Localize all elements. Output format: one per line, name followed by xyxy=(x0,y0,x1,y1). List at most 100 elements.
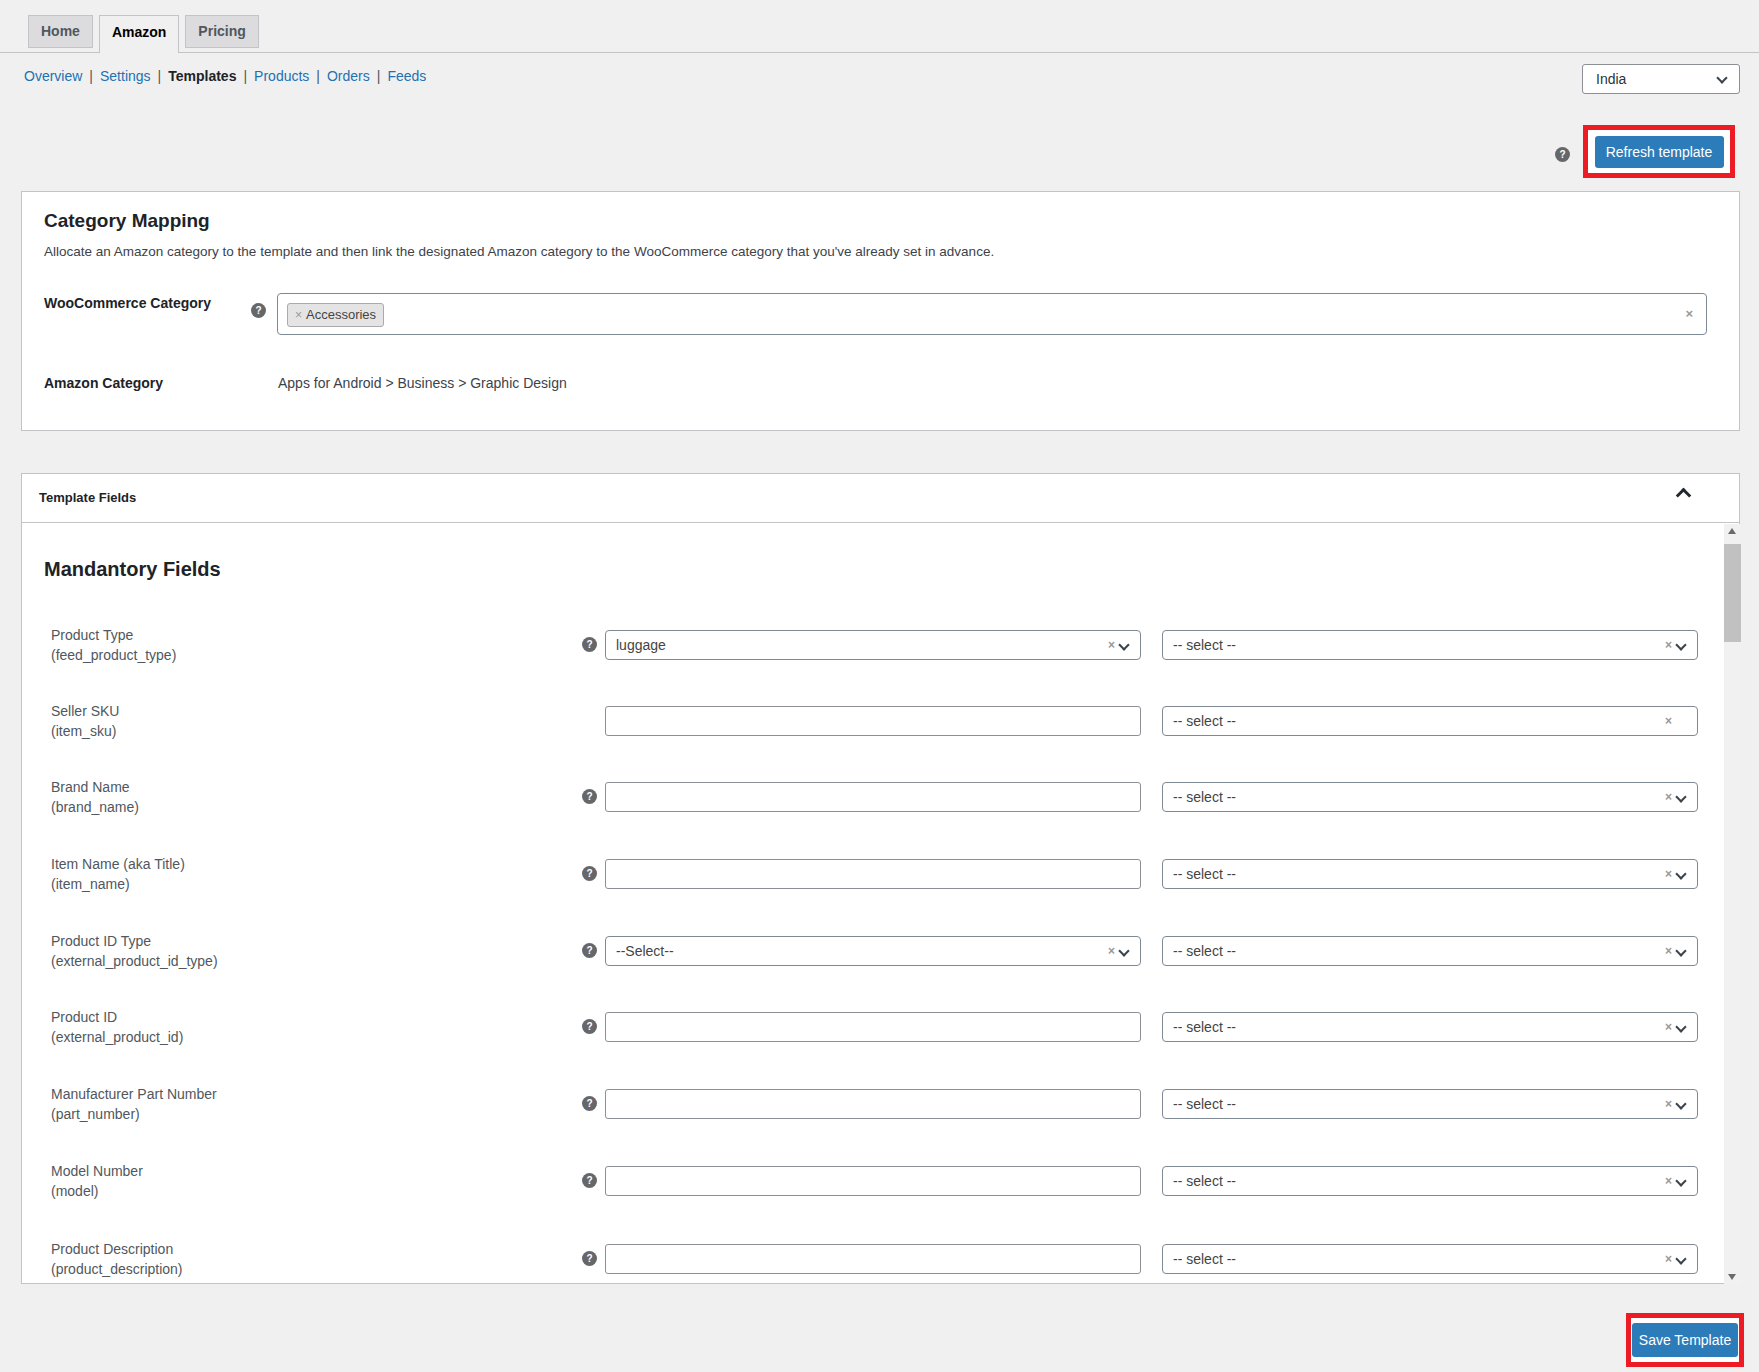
field-value-text: --Select-- xyxy=(616,937,674,965)
template-fields-panel: Template Fields Mandantory Fields Produc… xyxy=(21,473,1740,1284)
clear-selection-icon[interactable]: × xyxy=(1665,783,1672,811)
refresh-template-button[interactable]: Refresh template xyxy=(1595,136,1724,168)
field-label: Seller SKU(item_sku) xyxy=(51,701,119,741)
field-label: Product Type(feed_product_type) xyxy=(51,625,176,665)
field-value-select[interactable]: luggage× xyxy=(605,630,1141,660)
vertical-scrollbar[interactable] xyxy=(1724,524,1741,1284)
chevron-down-icon xyxy=(1675,639,1686,650)
tab-home[interactable]: Home xyxy=(28,15,93,48)
field-value-input[interactable] xyxy=(605,1012,1141,1042)
field-value-input[interactable] xyxy=(605,1244,1141,1274)
nav-link-settings[interactable]: Settings xyxy=(100,68,151,84)
mapping-select-placeholder: -- select -- xyxy=(1173,707,1236,735)
field-value-input[interactable] xyxy=(605,706,1141,736)
field-label-name: Item Name (aka Title) xyxy=(51,854,185,874)
field-label-name: Manufacturer Part Number xyxy=(51,1084,217,1104)
field-mapping-select[interactable]: -- select -- × xyxy=(1162,1166,1698,1196)
nav-separator: | xyxy=(377,68,381,84)
field-value-select[interactable]: --Select-- × xyxy=(605,936,1141,966)
clear-selection-icon[interactable]: × xyxy=(1665,1013,1672,1041)
woocommerce-category-select[interactable]: ×Accessories × xyxy=(277,293,1707,335)
woocommerce-category-help-icon[interactable]: ? xyxy=(251,303,266,318)
category-mapping-description: Allocate an Amazon category to the templ… xyxy=(44,244,994,259)
template-fields-header[interactable]: Template Fields xyxy=(22,474,1739,523)
subnav: Overview|Settings|Templates|Products|Ord… xyxy=(24,66,426,86)
field-label: Product ID(external_product_id) xyxy=(51,1007,183,1047)
clear-selection-icon[interactable]: × xyxy=(1665,1167,1672,1195)
remove-tag-icon[interactable]: × xyxy=(295,308,302,322)
nav-separator: | xyxy=(316,68,320,84)
collapse-chevron-up-icon[interactable] xyxy=(1676,488,1692,504)
field-value-input[interactable] xyxy=(605,1166,1141,1196)
refresh-highlight-frame: Refresh template xyxy=(1583,125,1735,178)
field-help-icon[interactable]: ? xyxy=(582,789,597,804)
field-label-name: Brand Name xyxy=(51,777,139,797)
field-help-icon[interactable]: ? xyxy=(582,1096,597,1111)
field-label-code: (brand_name) xyxy=(51,797,139,817)
category-mapping-title: Category Mapping xyxy=(44,210,210,232)
field-label: Manufacturer Part Number(part_number) xyxy=(51,1084,217,1124)
scroll-down-arrow[interactable] xyxy=(1728,1274,1736,1280)
field-help-icon[interactable]: ? xyxy=(582,866,597,881)
field-label-code: (external_product_id_type) xyxy=(51,951,218,971)
field-row: Product ID Type(external_product_id_type… xyxy=(22,936,1739,966)
field-mapping-select[interactable]: -- select --× xyxy=(1162,1244,1698,1274)
field-value-input[interactable] xyxy=(605,1089,1141,1119)
field-mapping-select[interactable]: -- select --× xyxy=(1162,1089,1698,1119)
field-label: Product Description(product_description) xyxy=(51,1239,183,1279)
chevron-down-icon xyxy=(1675,1098,1686,1109)
nav-link-templates[interactable]: Templates xyxy=(168,68,236,84)
field-label-name: Product ID xyxy=(51,1007,183,1027)
save-template-button[interactable]: Save Template xyxy=(1632,1323,1738,1357)
field-mapping-select[interactable]: -- select -- × xyxy=(1162,630,1698,660)
nav-link-feeds[interactable]: Feeds xyxy=(387,68,426,84)
selected-category-tag: ×Accessories xyxy=(287,303,384,327)
field-mapping-select[interactable]: -- select --× xyxy=(1162,1012,1698,1042)
field-label: Item Name (aka Title)(item_name) xyxy=(51,854,185,894)
mapping-select-placeholder: -- select -- xyxy=(1173,1167,1236,1195)
mandatory-fields-heading: Mandantory Fields xyxy=(44,558,221,581)
clear-selection-icon[interactable]: × xyxy=(1665,860,1672,888)
refresh-help-icon[interactable]: ? xyxy=(1555,147,1570,162)
field-mapping-select[interactable]: -- select --× xyxy=(1162,936,1698,966)
scrollbar-thumb[interactable] xyxy=(1724,544,1741,642)
tab-pricing[interactable]: Pricing xyxy=(185,15,258,48)
field-label-code: (part_number) xyxy=(51,1104,217,1124)
nav-link-orders[interactable]: Orders xyxy=(327,68,370,84)
field-label: Model Number(model) xyxy=(51,1161,143,1201)
chevron-down-icon xyxy=(1675,1175,1686,1186)
clear-selection-icon[interactable]: × xyxy=(1665,1245,1672,1273)
nav-link-overview[interactable]: Overview xyxy=(24,68,82,84)
field-help-icon[interactable]: ? xyxy=(582,1173,597,1188)
country-select[interactable]: India xyxy=(1582,64,1740,94)
mapping-select-placeholder: -- select -- xyxy=(1173,631,1236,659)
nav-link-products[interactable]: Products xyxy=(254,68,309,84)
mapping-select-placeholder: -- select -- xyxy=(1173,783,1236,811)
template-fields-title: Template Fields xyxy=(39,490,136,505)
nav-separator: | xyxy=(89,68,93,84)
field-value-input[interactable] xyxy=(605,859,1141,889)
field-help-icon[interactable]: ? xyxy=(582,1251,597,1266)
clear-selection-icon[interactable]: × xyxy=(1665,707,1672,735)
clear-selection-icon[interactable]: × xyxy=(1665,631,1672,659)
field-label-name: Model Number xyxy=(51,1161,143,1181)
field-help-icon[interactable]: ? xyxy=(582,943,597,958)
field-mapping-select[interactable]: -- select --× xyxy=(1162,859,1698,889)
clear-selection-icon[interactable]: × xyxy=(1665,1090,1672,1118)
scroll-up-arrow[interactable] xyxy=(1728,528,1736,534)
clear-selection-icon[interactable]: × xyxy=(1665,937,1672,965)
field-value-input[interactable] xyxy=(605,782,1141,812)
tab-amazon[interactable]: Amazon xyxy=(99,15,179,53)
chevron-down-icon xyxy=(1118,945,1129,956)
field-help-icon[interactable]: ? xyxy=(582,637,597,652)
top-tabs: HomeAmazonPricing xyxy=(28,15,259,53)
field-mapping-select[interactable]: -- select -- × xyxy=(1162,782,1698,812)
field-help-icon[interactable]: ? xyxy=(582,1019,597,1034)
clear-selection-icon[interactable]: × xyxy=(1685,306,1693,322)
field-label-code: (item_sku) xyxy=(51,721,119,741)
clear-selection-icon[interactable]: × xyxy=(1108,631,1115,659)
field-mapping-select[interactable]: -- select -- × xyxy=(1162,706,1698,736)
field-row: Product ID(external_product_id)?-- selec… xyxy=(22,1012,1739,1042)
field-label-code: (feed_product_type) xyxy=(51,645,176,665)
clear-selection-icon[interactable]: × xyxy=(1108,937,1115,965)
